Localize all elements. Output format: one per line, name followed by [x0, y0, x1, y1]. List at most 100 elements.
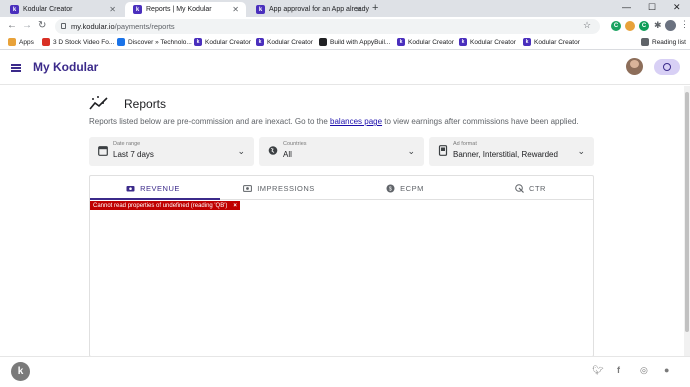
bookmark-label: Kodular Creator — [267, 38, 313, 46]
bookmark-item[interactable]: Discover » Technolo... — [117, 38, 192, 46]
k-logo-icon: k — [523, 38, 531, 46]
hamburger-menu-icon[interactable] — [11, 64, 21, 72]
more-menu-icon[interactable]: ⋮ — [680, 19, 689, 30]
report-tabs: REVENUE IMPRESSIONS $ ECPM CTR — [90, 176, 593, 200]
tab-label: REVENUE — [140, 183, 180, 193]
tab-ctr[interactable]: CTR — [468, 176, 593, 200]
app-header: My Kodular — [0, 51, 690, 85]
browser-tab-title: App approval for an App already — [269, 6, 370, 13]
notification-button[interactable] — [654, 59, 680, 75]
forward-icon[interactable]: → — [22, 20, 32, 31]
bookmark-label: Apps — [19, 38, 34, 46]
tab-label: IMPRESSIONS — [257, 183, 315, 193]
tab-label: ECPM — [400, 183, 424, 193]
bookmark-label: Discover » Technolo... — [128, 38, 192, 46]
bookmark-label: Kodular Creator — [534, 38, 580, 46]
reading-list-icon — [641, 38, 649, 46]
ad-format-select[interactable]: Ad format Banner, Interstitial, Rewarded… — [429, 137, 594, 166]
k-logo-icon: k — [459, 38, 467, 46]
browser-tab-title: Kodular Creator — [23, 6, 73, 13]
filter-label: Ad format — [453, 141, 477, 147]
tab-impressions[interactable]: IMPRESSIONS — [216, 176, 342, 200]
new-tab-button[interactable]: + — [372, 2, 378, 14]
tab-label: CTR — [529, 183, 546, 193]
trending-chart-icon — [89, 96, 108, 110]
ecpm-icon: $ — [386, 184, 395, 192]
profile-icon[interactable] — [665, 20, 676, 31]
error-close-button[interactable]: × — [233, 203, 237, 209]
error-banner: Cannot read properties of undefined (rea… — [90, 201, 240, 210]
video-icon — [42, 38, 50, 46]
browser-tab-title: Reports | My Kodular — [146, 6, 212, 13]
date-range-select[interactable]: Date range Last 7 days ⌄ — [89, 137, 254, 166]
extension-icon[interactable] — [625, 21, 635, 31]
chevron-down-icon: ⌄ — [237, 146, 245, 156]
filter-label: Date range — [113, 141, 141, 147]
scrollbar[interactable] — [684, 86, 690, 356]
bookmark-item[interactable]: k Kodular Creator — [397, 38, 454, 46]
bookmark-apps[interactable]: Apps — [8, 38, 34, 46]
filter-value: All — [283, 150, 292, 159]
bookmark-item[interactable]: k Kodular Creator — [256, 38, 313, 46]
maximize-icon[interactable]: ☐ — [648, 2, 656, 13]
reports-description: Reports listed below are pre-commission … — [89, 117, 579, 126]
filter-value: Last 7 days — [113, 150, 154, 159]
close-icon[interactable]: ✕ — [355, 5, 362, 14]
facebook-icon[interactable]: f — [617, 365, 620, 375]
bookmark-label: 3 D Stock Video Fo... — [53, 38, 115, 46]
browser-tab-kodular-creator[interactable]: k Kodular Creator ✕ — [2, 2, 123, 17]
lock-icon — [61, 23, 66, 29]
avatar[interactable] — [626, 58, 643, 75]
instagram-icon[interactable]: ◎ — [640, 365, 648, 376]
svg-text:$: $ — [389, 186, 393, 192]
report-panel: REVENUE IMPRESSIONS $ ECPM CTR Cannot re… — [89, 175, 594, 357]
bookmark-label: Kodular Creator — [205, 38, 251, 46]
extension-icon[interactable]: C — [639, 21, 649, 31]
bookmark-label: Kodular Creator — [470, 38, 516, 46]
reload-icon[interactable]: ↻ — [38, 20, 46, 31]
k-logo-icon: k — [10, 5, 19, 14]
calendar-icon — [98, 146, 108, 156]
browser-tab-bar: k Kodular Creator ✕ k Reports | My Kodul… — [0, 0, 690, 17]
bookmark-item[interactable]: 3 D Stock Video Fo... — [42, 38, 114, 46]
browser-tab-app-approval[interactable]: k App approval for an App already ✕ — [248, 2, 369, 17]
countries-select[interactable]: Countries All ⌄ — [259, 137, 424, 166]
bookmark-item[interactable]: k Kodular Creator — [194, 38, 251, 46]
discover-icon — [117, 38, 125, 46]
twitter-icon[interactable]: 🐦︎ — [592, 365, 603, 376]
description-text: Reports listed below are pre-commission … — [89, 117, 331, 126]
kodular-logo-icon[interactable]: k — [11, 362, 30, 381]
error-message: Cannot read properties of undefined (rea… — [93, 202, 228, 209]
close-icon[interactable]: ✕ — [109, 5, 116, 14]
tab-revenue[interactable]: REVENUE — [90, 176, 216, 200]
puzzle-icon[interactable]: ✱ — [654, 20, 662, 31]
scrollbar-thumb[interactable] — [685, 92, 689, 332]
notification-icon — [663, 63, 671, 71]
bookmark-item[interactable]: k Kodular Creator — [459, 38, 516, 46]
description-text: to view earnings after commissions have … — [382, 117, 579, 126]
minimize-icon[interactable]: — — [622, 2, 631, 12]
bookmark-item[interactable]: Build with AppyBuil... — [319, 38, 390, 46]
active-tab-indicator — [90, 198, 220, 200]
back-icon[interactable]: ← — [7, 20, 17, 31]
extension-icon[interactable]: C — [611, 21, 621, 31]
tab-ecpm[interactable]: $ ECPM — [342, 176, 468, 200]
github-icon[interactable]: ● — [664, 365, 669, 375]
close-window-icon[interactable]: ✕ — [673, 2, 681, 13]
close-icon[interactable]: ✕ — [232, 5, 239, 14]
apps-grid-icon — [8, 38, 16, 46]
bookmark-star-icon[interactable]: ☆ — [583, 20, 591, 31]
filter-label: Countries — [283, 141, 307, 147]
reading-list-label: Reading list — [652, 38, 686, 46]
bookmark-item[interactable]: k Kodular Creator — [523, 38, 580, 46]
reading-list[interactable]: Reading list — [641, 38, 686, 46]
brand-title[interactable]: My Kodular — [33, 60, 98, 74]
url-host: my.kodular.io — [71, 22, 115, 31]
k-logo-icon: k — [133, 5, 142, 14]
globe-icon — [268, 146, 278, 155]
ad-format-icon — [438, 145, 448, 156]
address-bar[interactable]: my.kodular.io/payments/reports — [55, 19, 600, 34]
ctr-icon — [515, 183, 524, 193]
balances-page-link[interactable]: balances page — [330, 117, 382, 126]
browser-tab-reports[interactable]: k Reports | My Kodular ✕ — [125, 2, 246, 17]
